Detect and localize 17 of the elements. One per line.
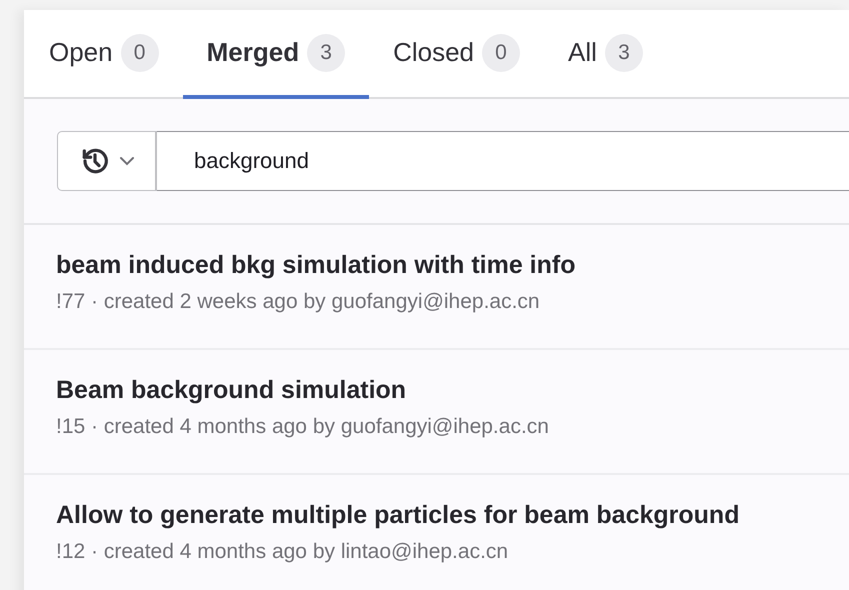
tab[interactable]: Open 0 <box>25 10 183 99</box>
search-field[interactable]: background <box>157 131 849 191</box>
recent-searches-button[interactable] <box>57 131 157 191</box>
merge-request-title[interactable]: Allow to generate multiple particles for beam background <box>56 501 740 530</box>
merge-request-title[interactable]: beam induced bkg simulation with time info <box>56 251 576 280</box>
count-badge: 0 <box>482 34 520 72</box>
tab[interactable]: All 3 <box>544 10 667 99</box>
chevron-down-icon <box>118 156 134 166</box>
tab[interactable]: Merged 3 <box>182 10 370 99</box>
merge-request-meta: !15 · created 4 months ago by guofangyi@ihep.ac.cn <box>56 415 549 439</box>
merge-request-meta: !77 · created 2 weeks ago by guofangyi@ihep.ac.cn <box>56 290 540 314</box>
count-badge: 0 <box>120 34 159 72</box>
count-badge: 3 <box>307 34 346 72</box>
count-badge: 3 <box>604 34 643 72</box>
merge-request-meta: !12 · created 4 months ago by lintao@ihep.ac.cn <box>56 540 508 564</box>
tab[interactable]: Closed 0 <box>369 10 544 99</box>
merge-request-title[interactable]: Beam background simulation <box>56 376 406 405</box>
